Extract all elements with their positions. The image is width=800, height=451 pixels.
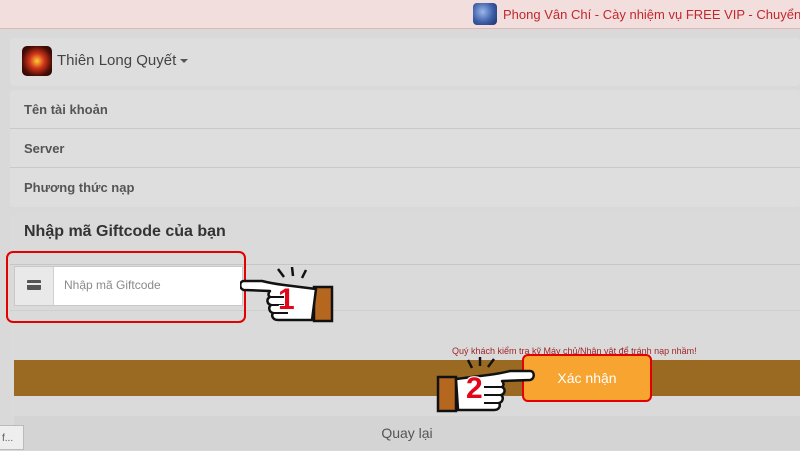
payment-method-row[interactable]: Phương thức nạp — [10, 168, 800, 206]
back-button[interactable]: Quay lại — [14, 416, 800, 450]
step-2-marker: 2 — [466, 372, 483, 405]
chevron-down-icon — [180, 59, 189, 64]
confirm-button[interactable]: Xác nhận — [522, 354, 652, 402]
banner-marquee[interactable]: Phong Vân Chí - Cày nhiệm vụ FREE VIP - … — [473, 2, 800, 26]
game-selector-dropdown[interactable]: Thiên Long Quyết — [57, 52, 189, 69]
game-logo-icon — [22, 46, 52, 76]
step-1-marker: 1 — [278, 283, 295, 316]
status-bar-tab: f... — [0, 425, 24, 450]
banner-text[interactable]: Phong Vân Chí - Cày nhiệm vụ FREE VIP - … — [503, 7, 800, 22]
giftcode-panel: Nhập mã Giftcode của bạn Quý khách kiểm … — [10, 214, 800, 450]
giftcode-title: Nhập mã Giftcode của bạn — [24, 223, 226, 240]
confirm-bar[interactable] — [14, 360, 800, 396]
account-name-row[interactable]: Tên tài khoản — [10, 90, 800, 129]
input-highlight-box — [6, 251, 246, 323]
server-label: Server — [24, 140, 65, 156]
top-banner: Phong Vân Chí - Cày nhiệm vụ FREE VIP - … — [0, 0, 800, 29]
server-row[interactable]: Server — [10, 129, 800, 168]
pointing-hand-icon — [436, 355, 536, 413]
game-name: Thiên Long Quyết — [57, 52, 177, 69]
game-selector-bar: Thiên Long Quyết — [10, 38, 800, 86]
account-name-label: Tên tài khoản — [24, 101, 108, 117]
game-emblem-icon — [473, 3, 497, 25]
payment-method-label: Phương thức nạp — [24, 179, 135, 195]
account-info-list: Tên tài khoản Server Phương thức nạp — [10, 90, 800, 207]
